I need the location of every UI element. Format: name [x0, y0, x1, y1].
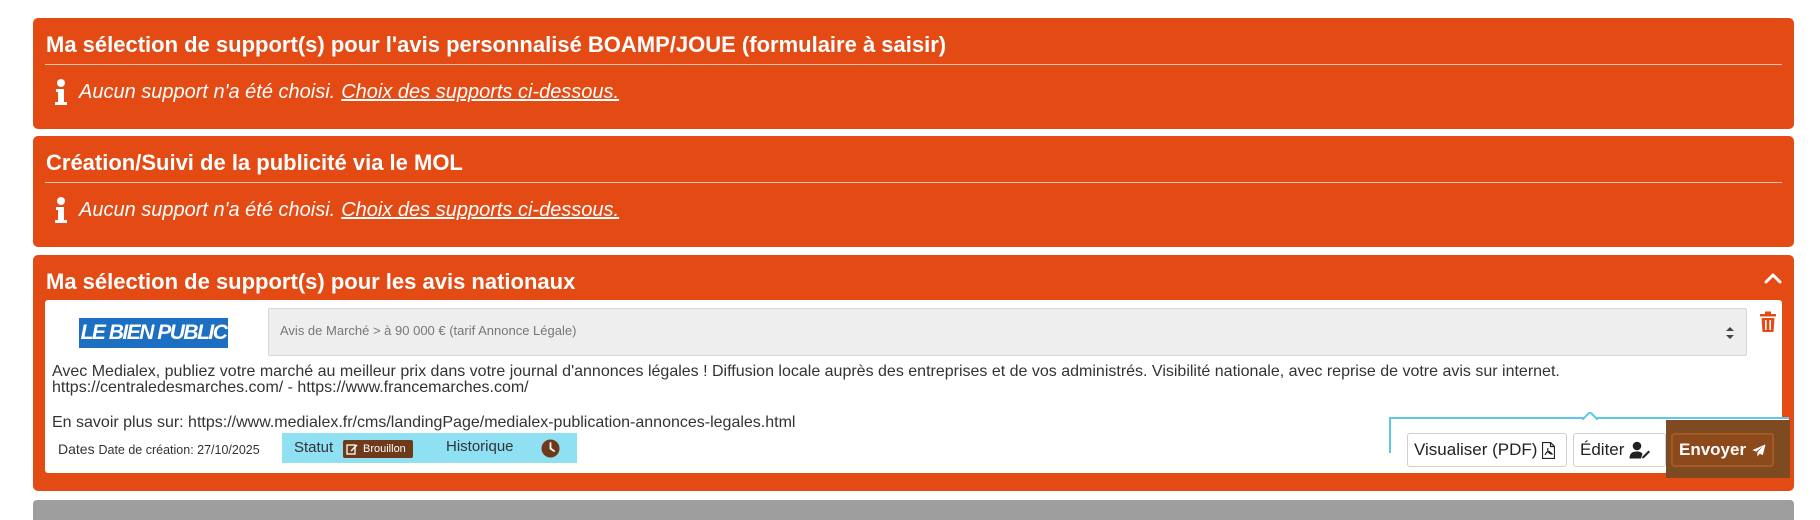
newspaper-logo: LE BIEN PUBLIC	[79, 318, 228, 348]
status-label: Statut	[294, 439, 334, 456]
panel-title: Ma sélection de support(s) pour l'avis p…	[46, 32, 947, 57]
status-value: Brouillon	[363, 443, 406, 455]
info-message: Aucun support n'a été choisi. Choix des …	[53, 78, 619, 106]
user-edit-icon	[1629, 441, 1651, 459]
creation-date: Date de création: 27/10/2025	[98, 443, 260, 457]
dates-label: Dates	[58, 441, 95, 457]
select-value: Avis de Marché > à 90 000 € (tarif Annon…	[280, 323, 577, 338]
more-info-text: En savoir plus sur: https://www.medialex…	[52, 414, 796, 431]
chevron-up-icon[interactable]	[1762, 267, 1784, 289]
preview-pdf-button[interactable]: Visualiser (PDF)	[1407, 433, 1567, 467]
status-badge: Brouillon	[343, 440, 413, 458]
next-panel-header	[33, 500, 1794, 520]
send-button[interactable]: Envoyer	[1671, 433, 1774, 467]
divider	[45, 64, 1782, 65]
popover-arrow	[1582, 412, 1598, 420]
divider	[45, 182, 1782, 183]
support-description: Avec Medialex, publiez votre marché au m…	[52, 364, 1772, 396]
info-icon	[55, 79, 67, 105]
boamp-joue-panel: Ma sélection de support(s) pour l'avis p…	[33, 18, 1794, 129]
sort-caret-icon	[1726, 327, 1734, 339]
info-message: Aucun support n'a été choisi. Choix des …	[53, 196, 619, 224]
history-label[interactable]: Historique	[446, 438, 514, 455]
status-bar: Statut Brouillon Historique	[282, 433, 577, 463]
choose-supports-link[interactable]: Choix des supports ci-dessous.	[341, 79, 619, 105]
paper-plane-icon	[1752, 443, 1766, 457]
preview-pdf-label: Visualiser (PDF)	[1414, 440, 1538, 459]
description-line: Avec Medialex, publiez votre marché au m…	[52, 363, 1560, 380]
edit-label: Éditer	[1580, 440, 1625, 459]
dates-info: Dates Date de création: 27/10/2025	[58, 441, 260, 457]
edit-icon	[346, 444, 358, 455]
panel-title: Ma sélection de support(s) pour les avis…	[46, 269, 576, 294]
info-icon	[55, 197, 67, 223]
edit-button[interactable]: Éditer	[1573, 433, 1666, 467]
description-links: https://centraledesmarches.com/ - https:…	[52, 379, 529, 396]
trash-icon[interactable]	[1759, 311, 1777, 333]
clock-icon[interactable]	[541, 439, 560, 458]
send-label: Envoyer	[1679, 440, 1747, 459]
info-text: Aucun support n'a été choisi.	[79, 81, 336, 103]
panel-title: Création/Suivi de la publicité via le MO…	[46, 150, 463, 175]
notice-type-select[interactable]: Avis de Marché > à 90 000 € (tarif Annon…	[268, 308, 1747, 356]
choose-supports-link[interactable]: Choix des supports ci-dessous.	[341, 197, 619, 223]
file-pdf-icon	[1542, 441, 1556, 459]
info-text: Aucun support n'a été choisi.	[79, 199, 336, 221]
mol-panel: Création/Suivi de la publicité via le MO…	[33, 136, 1794, 247]
